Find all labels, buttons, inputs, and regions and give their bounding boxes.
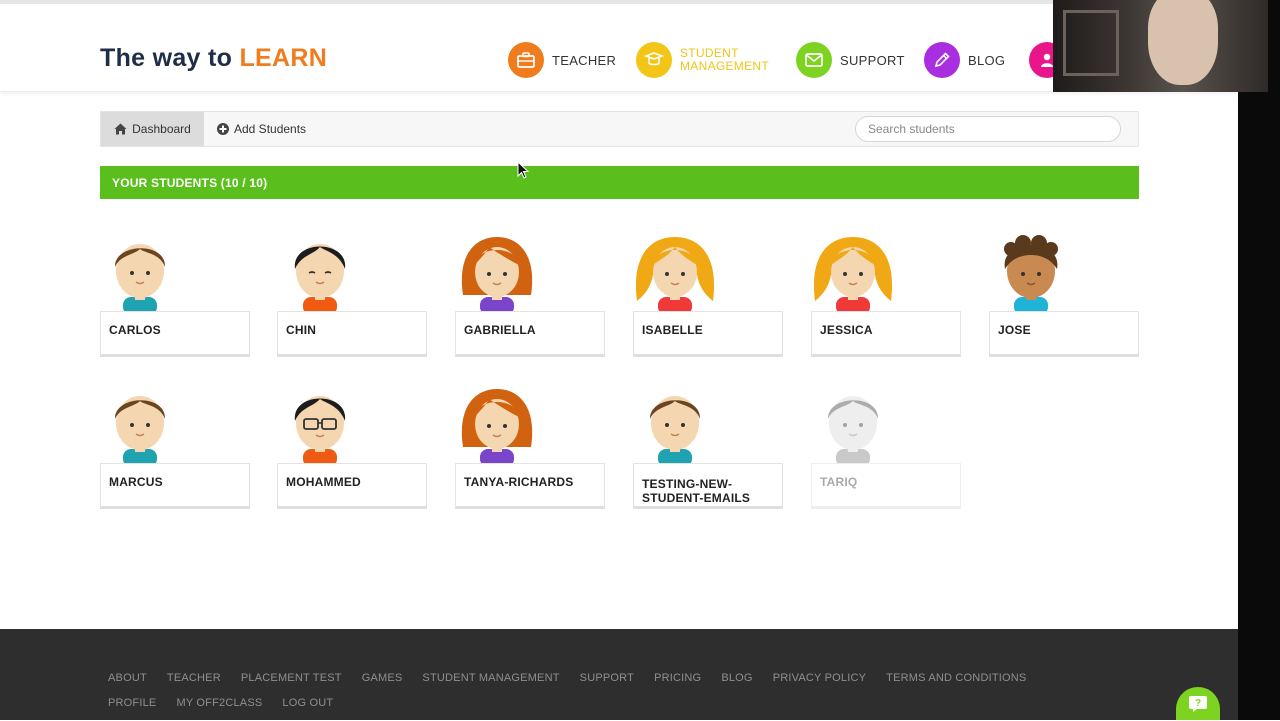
envelope-icon (796, 42, 832, 78)
screen-edge (1238, 92, 1280, 720)
nav-teacher-label: TEACHER (552, 52, 617, 68)
mortarboard-icon (636, 42, 672, 78)
student-card-jessica[interactable]: JESSICA (811, 235, 961, 363)
student-avatar (649, 396, 701, 467)
student-avatar (114, 396, 166, 467)
nav-blog[interactable]: BLOG (924, 40, 1005, 80)
student-card-jose[interactable]: JOSE (989, 235, 1139, 363)
student-card-tanya-richards[interactable]: TANYA-RICHARDS (455, 387, 605, 515)
footer-link-student-management[interactable]: STUDENT MANAGEMENT (422, 671, 559, 696)
student-avatar (1004, 235, 1058, 315)
students-count-label: YOUR STUDENTS (10 / 10) (112, 175, 268, 190)
search-input[interactable] (855, 116, 1121, 142)
mouse-cursor-icon (517, 161, 529, 179)
student-name: TARIQ (811, 463, 961, 509)
footer-link-pricing[interactable]: PRICING (654, 671, 701, 696)
student-name: JESSICA (811, 311, 961, 357)
student-card-isabelle[interactable]: ISABELLE (633, 235, 783, 363)
student-card-tariq[interactable]: TARIQ (811, 387, 961, 515)
plus-circle-icon (217, 123, 229, 135)
student-avatar (294, 396, 346, 467)
student-card-carlos[interactable]: CARLOS (100, 235, 250, 363)
students-banner: YOUR STUDENTS (10 / 10) (100, 166, 1139, 199)
svg-text:?: ? (1195, 698, 1201, 709)
footer-link-terms-and-conditions[interactable]: TERMS AND CONDITIONS (886, 671, 1026, 696)
student-card-chin[interactable]: CHIN (277, 235, 427, 363)
student-name: GABRIELLA (455, 311, 605, 357)
logo-text: The way to (100, 44, 240, 72)
tab-add-students-label: Add Students (234, 122, 307, 136)
student-name: CARLOS (100, 311, 250, 357)
home-icon (114, 123, 127, 135)
footer-link-my-off2class[interactable]: MY OFF2CLASS (176, 696, 262, 721)
student-name: TANYA-RICHARDS (455, 463, 605, 509)
student-avatar (114, 244, 166, 315)
student-name: CHIN (277, 311, 427, 357)
student-name: JOSE (989, 311, 1139, 357)
nav-support-label: SUPPORT (840, 52, 905, 68)
student-name: MARCUS (100, 463, 250, 509)
footer-link-privacy-policy[interactable]: PRIVACY POLICY (773, 671, 866, 696)
footer-links: ABOUT TEACHER PLACEMENT TEST GAMES STUDE… (108, 671, 1068, 721)
footer-link-support[interactable]: SUPPORT (580, 671, 634, 696)
nav-teacher[interactable]: TEACHER (508, 40, 616, 80)
student-name: MOHAMMED (277, 463, 427, 509)
footer-link-games[interactable]: GAMES (362, 671, 403, 696)
pencil-icon (924, 42, 960, 78)
site-footer: ABOUT TEACHER PLACEMENT TEST GAMES STUDE… (0, 629, 1238, 720)
footer-link-placement-test[interactable]: PLACEMENT TEST (241, 671, 342, 696)
student-card-mohammed[interactable]: MOHAMMED (277, 387, 427, 515)
student-toolbar: Dashboard Add Students (100, 111, 1139, 147)
student-avatar (813, 237, 893, 315)
student-avatar (461, 237, 533, 315)
footer-link-about[interactable]: ABOUT (108, 671, 147, 696)
student-avatar (635, 237, 715, 315)
student-card-marcus[interactable]: MARCUS (100, 387, 250, 515)
student-card-testing-new-student-emails[interactable]: TESTING-NEW- STUDENT-EMAILS (633, 387, 783, 515)
tab-dashboard-label: Dashboard (132, 122, 191, 136)
footer-link-profile[interactable]: PROFILE (108, 696, 156, 721)
footer-link-teacher[interactable]: TEACHER (167, 671, 221, 696)
student-name: ISABELLE (633, 311, 783, 357)
chat-question-icon: ? (1189, 695, 1207, 712)
student-avatar (461, 389, 533, 467)
student-name: TESTING-NEW- STUDENT-EMAILS (633, 463, 783, 509)
logo-accent-text: LEARN (239, 44, 328, 72)
nav-blog-label: BLOG (968, 52, 1006, 68)
nav-student-management-label: STUDENT MANAGEMENT (680, 46, 770, 73)
student-card-gabriella[interactable]: GABRIELLA (455, 235, 605, 363)
screen-edge (1268, 0, 1280, 92)
footer-link-blog[interactable]: BLOG (721, 671, 752, 696)
briefcase-icon (508, 42, 544, 78)
student-avatar (294, 244, 346, 315)
tab-add-students[interactable]: Add Students (217, 112, 306, 146)
student-avatar (827, 396, 879, 467)
site-logo[interactable]: The way to LEARN (100, 44, 327, 73)
webcam-overlay (1053, 0, 1268, 92)
tab-dashboard[interactable]: Dashboard (101, 112, 204, 146)
nav-support[interactable]: SUPPORT (796, 40, 905, 80)
footer-link-log-out[interactable]: LOG OUT (282, 696, 333, 721)
nav-student-management[interactable]: STUDENT MANAGEMENT (636, 40, 769, 80)
